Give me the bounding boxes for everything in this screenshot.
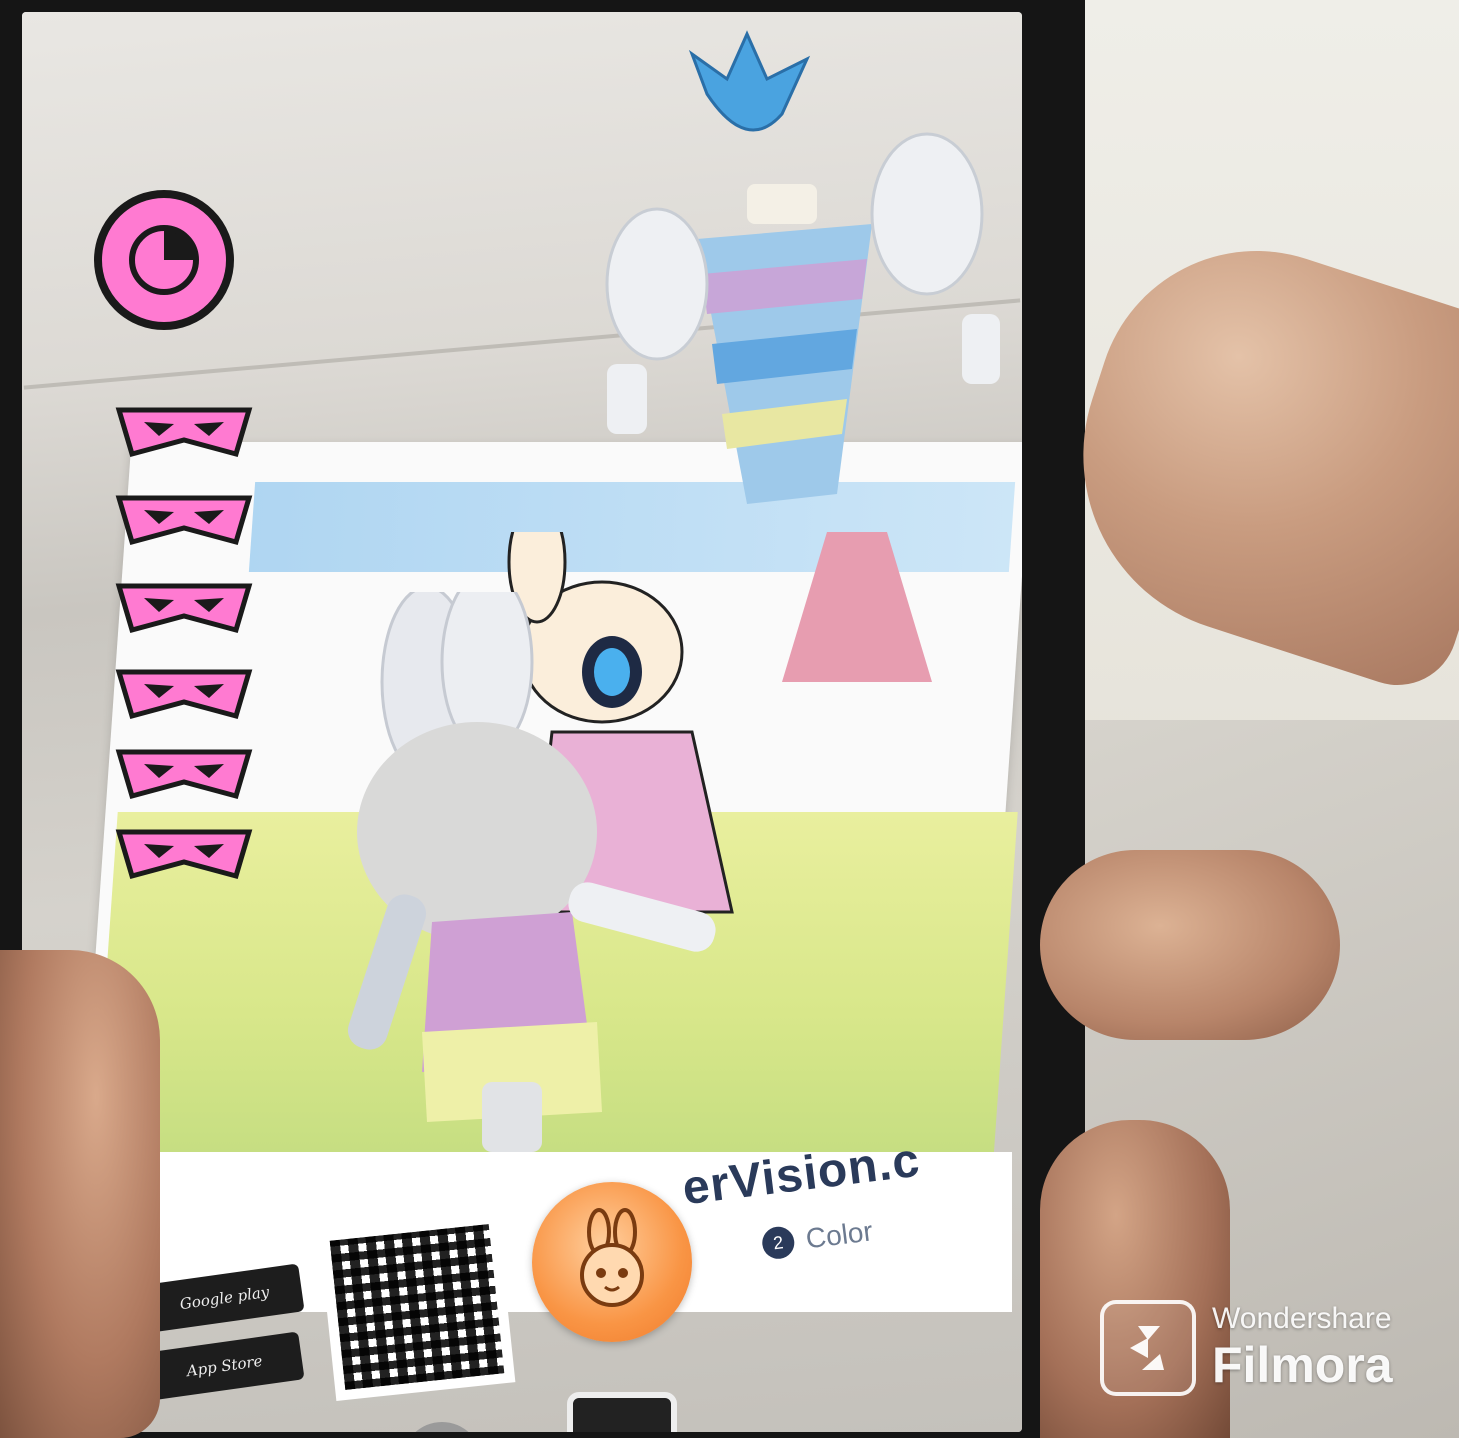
life-mask-icon [114,824,254,884]
life-mask-icon [114,744,254,804]
life-mask-icon [114,402,254,462]
timer-dial [129,225,199,295]
filmora-watermark: Wondershare Filmora [1100,1300,1393,1396]
character-button[interactable] [532,1182,692,1342]
life-mask-icon [114,664,254,724]
phone: Google play App Store erVision.c 2 Color [0,0,1085,1438]
watermark-brand: Wondershare [1212,1302,1392,1335]
bunny-face-icon [580,1208,644,1307]
ar-bunny-figure [347,592,716,1152]
photo-scene: Google play App Store erVision.c 2 Color [0,0,1459,1438]
life-mask-icon [114,578,254,638]
life-mask-icon [114,490,254,550]
qr-code [318,1213,516,1401]
middle-finger [1040,850,1340,1040]
ar-robot-figure [605,30,1000,504]
thumb [0,950,160,1438]
timer-icon[interactable] [94,190,234,330]
step-number: 2 [760,1224,797,1261]
watermark-product: Filmora [1212,1337,1393,1393]
ar-app-screen: Google play App Store erVision.c 2 Color [22,12,1022,1432]
camera-icon[interactable] [567,1392,677,1432]
filmora-logo-icon [1100,1300,1196,1396]
